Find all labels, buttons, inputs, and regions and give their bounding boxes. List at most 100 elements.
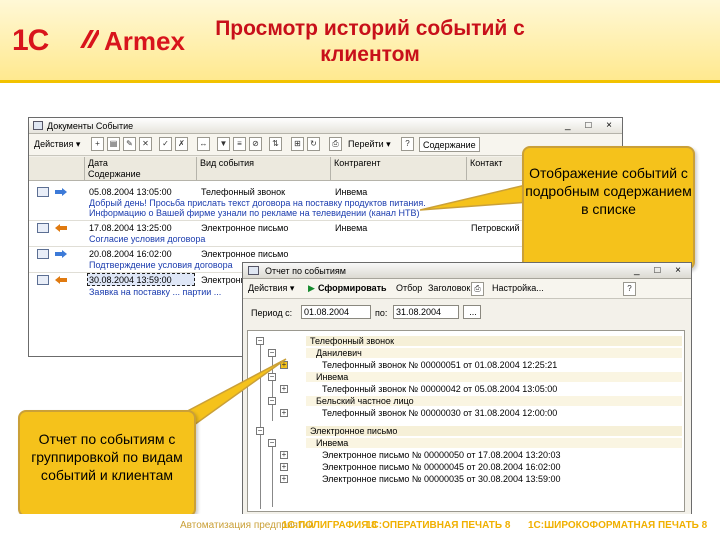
collapse-icon[interactable]: − (256, 427, 264, 435)
header-button[interactable]: Заголовок (425, 281, 473, 296)
row2-content: Согласие условия договора (89, 234, 206, 244)
report-detail-row[interactable]: Телефонный звонок № 00000042 от 05.08.20… (306, 384, 682, 394)
expand-icon[interactable]: + (280, 475, 288, 483)
expand-icon[interactable]: + (280, 451, 288, 459)
actions-menu[interactable]: Действия ▾ (31, 137, 83, 152)
interval-icon[interactable]: ↔ (197, 137, 210, 151)
settings-button[interactable]: Настройка... (489, 281, 547, 296)
footer: Автоматизация предприятий 1С:ПОЛИГРАФИЯ … (0, 514, 720, 540)
report-client-row[interactable]: Данилевич (306, 348, 682, 358)
logo-1c: 1C (12, 24, 49, 57)
content-button[interactable]: Содержание (419, 137, 480, 152)
report-actions-menu[interactable]: Действия ▾ (245, 281, 297, 296)
sort-icon[interactable]: ⇅ (269, 137, 282, 151)
expand-icon[interactable]: + (280, 463, 288, 471)
clear-filter-icon[interactable]: ⊘ (249, 137, 262, 151)
footer-item-1: 1С:ПОЛИГРАФИЯ 8 (282, 520, 377, 531)
go-menu[interactable]: Перейти ▾ (345, 137, 394, 152)
post-icon[interactable]: ✓ (159, 137, 172, 151)
header-divider (0, 80, 720, 83)
report-detail-row[interactable]: Телефонный звонок № 00000030 от 31.08.20… (306, 408, 682, 418)
document-posted-icon (37, 275, 49, 285)
report-detail-row[interactable]: Электронное письмо № 00000035 от 30.08.2… (306, 474, 682, 484)
logo-armex: Armex (104, 26, 185, 56)
report-toolbar: Действия ▾ ▶ Сформировать Отбор Заголово… (243, 279, 691, 299)
incoming-arrow-icon (55, 250, 67, 258)
row1-date[interactable]: 05.08.2004 13:05:00 (89, 187, 172, 197)
outgoing-arrow-icon (55, 224, 67, 232)
table-header-kind[interactable]: Вид события (197, 157, 331, 181)
table-header-flags (29, 157, 85, 181)
table-header-date[interactable]: Дата Содержание (85, 157, 197, 181)
report-group-row[interactable]: Электронное письмо (306, 426, 682, 436)
table-header-counterparty[interactable]: Контрагент (331, 157, 467, 181)
collapse-icon[interactable]: − (268, 439, 276, 447)
structure-icon[interactable]: ⊞ (291, 137, 304, 151)
report-window: Отчет по событиям _ □ × Действия ▾ ▶ Сфо… (242, 262, 692, 517)
filter-list-icon[interactable]: ≡ (233, 137, 246, 151)
report-icon (248, 266, 259, 275)
unpost-icon[interactable]: ✗ (175, 137, 188, 151)
period-to-label: по: (375, 308, 388, 318)
callout-report-grouping: Отчет по событиям с группировкой по вида… (18, 410, 196, 517)
copy-icon[interactable]: ▤ (107, 137, 120, 151)
period-from-input[interactable]: 01.08.2004 (301, 305, 371, 319)
callout-list-content: Отображение событий с подробным содержан… (522, 146, 695, 270)
report-grid: − − + − + − + − − + + + Телефонный звоно… (247, 330, 685, 512)
row1-kind[interactable]: Телефонный звонок (201, 187, 285, 197)
report-client-row[interactable]: Инвема (306, 372, 682, 382)
period-label: Период с: (251, 308, 293, 318)
row3-content: Подтверждение условия договора (89, 260, 233, 270)
report-window-titlebar[interactable]: Отчет по событиям _ □ × (243, 263, 691, 279)
row3-date[interactable]: 20.08.2004 16:02:00 (89, 249, 172, 259)
page-title: Просмотр историй событий с клиентом (215, 17, 525, 66)
callout-pointer (180, 358, 287, 425)
period-to-input[interactable]: 31.08.2004 (393, 305, 459, 319)
row1-counterparty[interactable]: Инвема (335, 187, 367, 197)
row4-date[interactable]: 30.08.2004 13:59:00 (89, 275, 172, 285)
document-posted-icon (37, 249, 49, 259)
callout-pointer (420, 183, 530, 211)
print-icon[interactable]: ⎙ (329, 137, 342, 151)
row1-content-line1: Добрый день! Просьба прислать текст дого… (89, 198, 426, 208)
add-icon[interactable]: + (91, 137, 104, 151)
period-select-button[interactable]: ... (463, 305, 481, 319)
row2-kind[interactable]: Электронное письмо (201, 223, 288, 233)
refresh-icon[interactable]: ↻ (307, 137, 320, 151)
report-detail-row[interactable]: Телефонный звонок № 00000051 от 01.08.20… (306, 360, 682, 370)
footer-item-2: 1С:ОПЕРАТИВНАЯ ПЕЧАТЬ 8 (366, 520, 511, 531)
row2-counterparty[interactable]: Инвема (335, 223, 367, 233)
window-controls[interactable]: _ □ × (565, 118, 618, 134)
armex-logo-icon (80, 30, 99, 48)
row3-kind[interactable]: Электронное письмо (201, 249, 288, 259)
tree-line (272, 443, 273, 507)
window-controls[interactable]: _ □ × (634, 263, 687, 279)
generate-button[interactable]: Сформировать (315, 281, 390, 296)
footer-item-3: 1С:ШИРОКОФОРМАТНАЯ ПЕЧАТЬ 8 (528, 520, 708, 531)
row2-contact[interactable]: Петровский (471, 223, 519, 233)
report-detail-row[interactable]: Электронное письмо № 00000045 от 20.08.2… (306, 462, 682, 472)
row1-content-line2: Информацию о Вашей фирме узнали по рекла… (89, 208, 420, 218)
report-group-row[interactable]: Телефонный звонок (306, 336, 682, 346)
documents-window-title: Документы Событие (47, 121, 134, 131)
incoming-arrow-icon (55, 188, 67, 196)
report-client-row[interactable]: Инвема (306, 438, 682, 448)
row4-content: Заявка на поставку ... партии ... (89, 287, 222, 297)
document-posted-icon (37, 187, 49, 197)
help-icon[interactable]: ? (623, 282, 636, 296)
filter-icon[interactable]: ▼ (217, 137, 230, 151)
delete-icon[interactable]: ✕ (139, 137, 152, 151)
slide: 1C Armex Просмотр историй событий с клие… (0, 0, 720, 540)
print-icon[interactable]: ⎙ (471, 282, 484, 296)
row2-date[interactable]: 17.08.2004 13:25:00 (89, 223, 172, 233)
help-icon[interactable]: ? (401, 137, 414, 151)
edit-icon[interactable]: ✎ (123, 137, 136, 151)
report-window-title: Отчет по событиям (265, 266, 346, 276)
report-client-row[interactable]: Бельский частное лицо (306, 396, 682, 406)
document-posted-icon (37, 223, 49, 233)
documents-window-titlebar[interactable]: Документы Событие _ □ × (29, 118, 622, 134)
collapse-icon[interactable]: − (256, 337, 264, 345)
filter-button[interactable]: Отбор (393, 281, 425, 296)
outgoing-arrow-icon (55, 276, 67, 284)
report-detail-row[interactable]: Электронное письмо № 00000050 от 17.08.2… (306, 450, 682, 460)
